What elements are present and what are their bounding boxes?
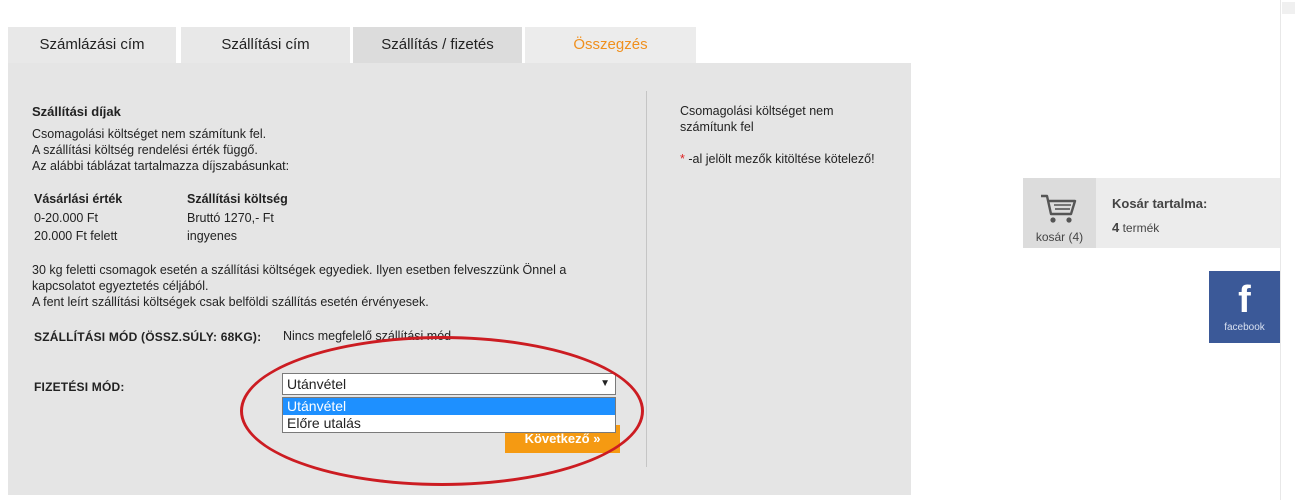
payment-method-dropdown: Utánvétel Előre utalás <box>282 397 616 433</box>
dropdown-arrow-icon: ▼ <box>600 378 610 389</box>
cart-item-count: 4 termék <box>1112 220 1159 235</box>
shopping-cart-icon <box>1041 194 1077 223</box>
rate-table-cell: ingyenes <box>187 229 238 243</box>
rate-table-cell: Bruttó 1270,- Ft <box>187 211 274 225</box>
tab-shipping-address[interactable]: Szállítási cím <box>181 27 350 63</box>
payment-method-select[interactable]: Utánvétel ▼ <box>282 373 616 395</box>
scrollbar[interactable] <box>1280 0 1297 500</box>
payment-method-selected: Utánvétel <box>287 376 347 392</box>
tab-shipping-payment[interactable]: Szállítás / fizetés <box>353 27 522 63</box>
facebook-button[interactable]: f facebook <box>1209 271 1280 343</box>
tab-billing-address[interactable]: Számlázási cím <box>8 27 176 63</box>
cart-widget: kosár (4) Kosár tartalma: 4 termék <box>1023 178 1280 248</box>
fees-line: Az alábbi táblázat tartalmazza díjszabás… <box>32 159 290 173</box>
cart-button[interactable]: kosár (4) <box>1023 178 1096 248</box>
rate-table-cell: 0-20.000 Ft <box>34 211 98 225</box>
tab-summary[interactable]: Összegzés <box>525 27 696 63</box>
fees-line: A szállítási költség rendelési érték füg… <box>32 143 258 157</box>
shipping-method-value: Nincs megfelelő szállítási mód <box>283 329 452 343</box>
rate-table-cell: 20.000 Ft felett <box>34 229 118 243</box>
checkout-page: Számlázási cím Szállítási cím Szállítás … <box>0 0 1297 500</box>
fees-title: Szállítási díjak <box>32 104 121 119</box>
domestic-note: A fent leírt szállítási költségek csak b… <box>32 295 429 309</box>
required-note: * -al jelölt mezők kitöltése kötelező! <box>680 151 880 167</box>
cart-item-unit: termék <box>1119 221 1160 235</box>
payment-method-label: FIZETÉSI MÓD: <box>34 380 125 394</box>
packaging-note: Csomagolási költséget nem számítunk fel <box>680 104 834 134</box>
payment-option-cod[interactable]: Utánvétel <box>283 398 615 415</box>
rate-table-header-value: Vásárlási érték <box>34 192 123 206</box>
panel-divider <box>646 91 647 467</box>
scrollbar-thumb[interactable] <box>1282 2 1295 14</box>
facebook-icon: f <box>1238 279 1251 321</box>
shipping-payment-panel: Szállítási díjak Csomagolási költséget n… <box>8 63 911 495</box>
shipping-method-label: SZÁLLÍTÁSI MÓD (ÖSSZ.SÚLY: 68KG): <box>34 330 262 344</box>
payment-option-transfer[interactable]: Előre utalás <box>283 415 615 432</box>
facebook-label: facebook <box>1224 322 1265 333</box>
cart-count-label: kosár (4) <box>1035 230 1084 244</box>
overweight-note: 30 kg feletti csomagok esetén a szállítá… <box>32 263 567 293</box>
required-note-text: -al jelölt mezők kitöltése kötelező! <box>684 152 875 166</box>
cart-title: Kosár tartalma: <box>1112 196 1208 211</box>
rate-table-header-cost: Szállítási költség <box>187 192 288 206</box>
fees-line: Csomagolási költséget nem számítunk fel. <box>32 127 267 141</box>
